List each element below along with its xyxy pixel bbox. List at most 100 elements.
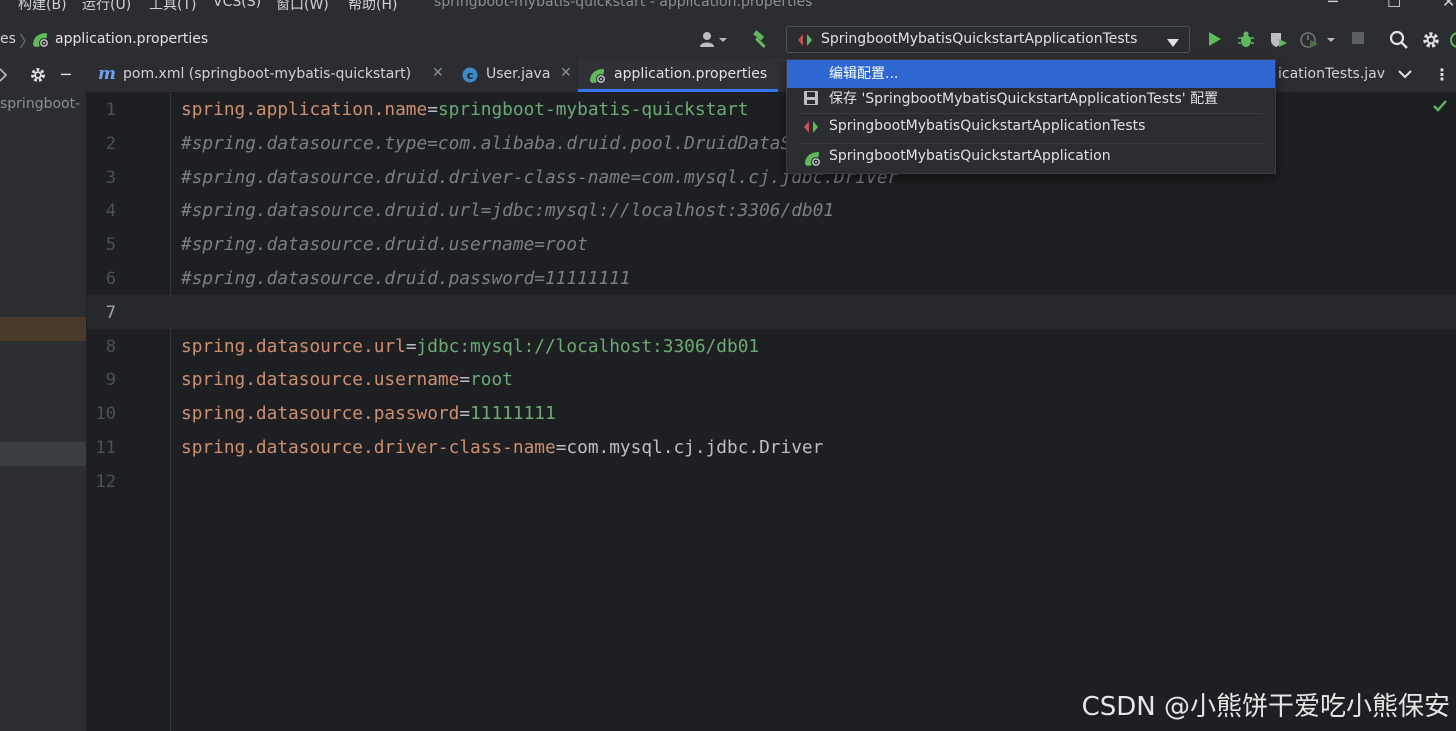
tab-application-tests[interactable]: icationTests.jav [1276,58,1386,92]
property-equals: = [459,403,471,425]
code-line[interactable]: spring.datasource.driver-class-name=com.… [181,437,823,458]
test-config-icon [797,33,813,51]
project-root[interactable]: springboot- [0,96,80,112]
dropdown-item-tests-config[interactable]: SpringbootMybatisQuickstartApplicationTe… [787,115,1275,143]
property-value: 11111111 [470,403,556,425]
property-value: root [470,369,513,391]
run-config-dropdown: 编辑配置... 保存 'SpringbootMybatisQuickstartA… [786,59,1276,174]
dropdown-separator [799,143,1263,144]
stop-icon[interactable] [1350,30,1366,50]
spring-properties-icon [588,67,608,89]
maximize-icon[interactable]: ☐ [1387,0,1401,11]
tab-application-properties[interactable]: application.properties [578,58,788,92]
code-line[interactable]: #spring.datasource.druid.url=jdbc:mysql:… [181,200,834,221]
project-tree-row-selected[interactable] [0,442,86,466]
menu-vcs[interactable]: VCS(S) [213,0,261,10]
debug-icon[interactable] [1236,30,1256,54]
panel-settings-icon[interactable] [29,66,47,88]
code-line[interactable]: spring.datasource.password=11111111 [181,403,556,424]
comment-text: #spring.datasource.druid.username=root [181,234,588,256]
menu-build[interactable]: 构建(B) [18,0,67,14]
dropdown-item-save-config[interactable]: 保存 'SpringbootMybatisQuickstartApplicati… [787,85,1275,113]
save-icon [803,90,819,110]
property-value: springboot-mybatis-quickstart [437,99,749,120]
project-tree-row-highlight[interactable] [0,317,86,341]
line-number: 2 [105,133,116,154]
code-line[interactable]: spring.application.name=springboot-mybat… [181,99,748,120]
watermark: CSDN @小熊饼干爱吃小熊保安 [1081,692,1450,722]
test-config-icon [803,120,819,138]
property-key: spring.datasource.password [181,403,460,425]
property-key: spring.datasource.driver-class-name [181,437,556,458]
line-number: 11 [95,438,116,458]
menu-tools[interactable]: 工具(T) [149,0,196,14]
coverage-icon[interactable] [1268,30,1288,54]
code-line[interactable]: #spring.datasource.druid.username=root [181,234,588,255]
line-number: 10 [95,404,116,425]
dropdown-item-label: 保存 'SpringbootMybatisQuickstartApplicati… [829,91,1219,107]
tab-user-java[interactable]: c User.java ✕ [456,58,576,92]
dropdown-item-label: SpringbootMybatisQuickstartApplicationTe… [829,118,1146,134]
property-equals: = [459,369,471,391]
code-line[interactable]: #spring.datasource.type=com.alibaba.drui… [181,133,845,154]
tabs-overflow-chevron-icon[interactable] [1398,68,1412,84]
spring-boot-icon [803,150,823,172]
tab-label: pom.xml (springboot-mybatis-quickstart) [123,66,412,82]
code-line[interactable]: #spring.datasource.druid.password=111111… [181,268,631,289]
property-value: jdbc:mysql://localhost:3306/db01 [416,335,760,357]
dropdown-item-label: SpringbootMybatisQuickstartApplication [829,148,1111,164]
line-number: 8 [105,336,116,357]
code-line[interactable]: spring.datasource.username=root [181,369,513,390]
line-number: 5 [105,235,116,256]
close-tab-icon[interactable]: ✕ [560,65,572,81]
dropdown-item-app-config[interactable]: SpringbootMybatisQuickstartApplication [787,145,1275,173]
menu-help[interactable]: 帮助(H) [348,0,397,14]
dropdown-item-label: 编辑配置... [829,66,899,82]
comment-text: #spring.datasource.druid.password=111111… [181,268,631,289]
property-equals: = [405,335,417,357]
panel-arrow-icon[interactable] [0,67,8,87]
panel-hide-icon[interactable]: ─ [61,65,71,84]
comment-text: #spring.datasource.type=com.alibaba.drui… [181,132,845,154]
breadcrumb-file[interactable]: application.properties [55,31,208,47]
line-number: 7 [105,302,116,323]
ide-logo-icon[interactable] [1448,30,1456,54]
settings-gear-icon[interactable] [1421,30,1441,54]
user-icon[interactable] [698,30,730,54]
menu-run[interactable]: 运行(U) [82,0,131,14]
run-config-label: SpringbootMybatisQuickstartApplicationTe… [821,31,1138,47]
run-icon[interactable] [1205,30,1223,52]
property-equals: = [427,99,438,120]
more-options-icon[interactable]: ⋮ [1434,65,1450,84]
breadcrumb-parent[interactable]: es [0,31,16,47]
tab-pom-xml[interactable]: m pom.xml (springboot-mybatis-quickstart… [86,58,451,92]
tab-label: icationTests.jav [1278,66,1386,82]
line-number: 3 [105,167,116,188]
spring-properties-icon [31,31,51,53]
profiler-icon[interactable] [1299,30,1339,54]
line-number: 12 [95,471,116,492]
project-panel: ─ springboot- [0,58,87,731]
window-title: springboot-mybatis-quickstart - applicat… [434,0,813,10]
navigation-bar: es 〉 application.properties SpringbootMy… [0,22,1456,59]
dropdown-separator [799,113,1263,114]
code-line[interactable]: spring.datasource.url=jdbc:mysql://local… [181,336,759,357]
maven-icon: m [98,64,116,84]
tab-label: application.properties [614,66,768,82]
dropdown-item-edit-config[interactable]: 编辑配置... [787,60,1275,88]
run-config-selector[interactable]: SpringbootMybatisQuickstartApplicationTe… [786,26,1190,53]
line-number: 1 [105,100,116,120]
active-tab-underline [578,89,778,92]
close-window-icon[interactable]: ✕ [1442,0,1455,11]
close-tab-icon[interactable]: ✕ [432,65,444,81]
search-icon[interactable] [1389,30,1409,54]
property-key: spring.datasource.username [181,369,460,391]
chevron-down-icon [1167,35,1179,51]
current-line-highlight [87,295,1456,329]
menu-window[interactable]: 窗口(W) [276,0,329,14]
inspection-ok-check-icon[interactable] [1432,99,1448,117]
build-hammer-icon[interactable] [751,30,771,54]
comment-text: #spring.datasource.druid.url=jdbc:mysql:… [181,200,835,222]
property-key: spring.application.name [181,99,428,120]
minimize-icon[interactable]: ─ [1328,0,1338,11]
